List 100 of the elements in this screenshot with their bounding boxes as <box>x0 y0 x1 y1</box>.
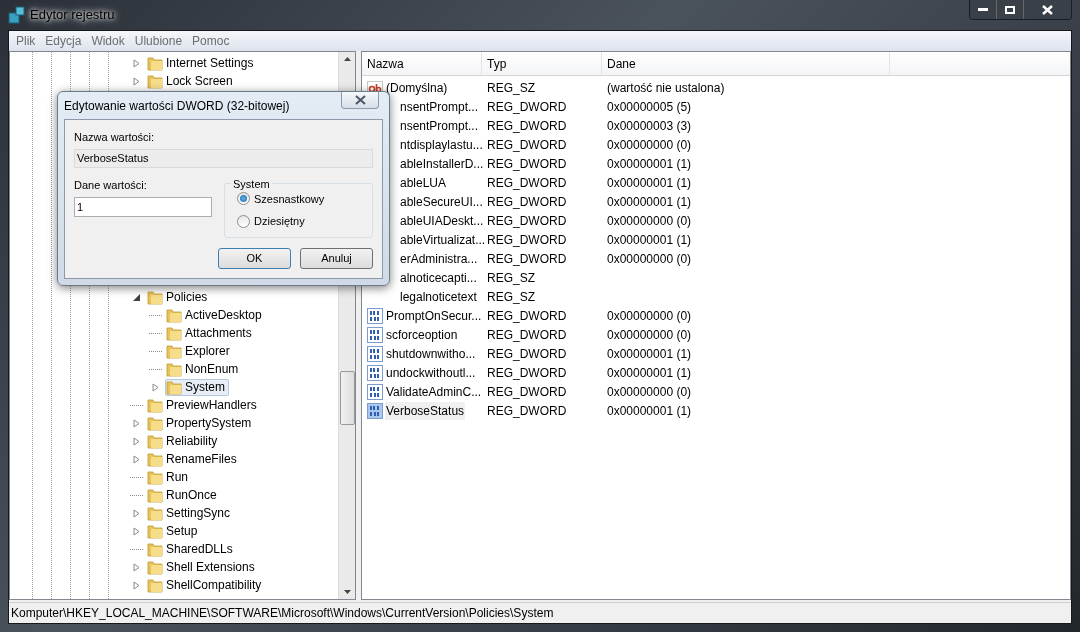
value-type: REG_DWORD <box>486 212 568 230</box>
column-header[interactable]: Nazwa <box>362 52 482 75</box>
value-name[interactable]: ableSecureUI... <box>399 192 484 211</box>
value-name[interactable]: VerboseStatus <box>385 401 466 420</box>
value-name[interactable]: shutdownwitho... <box>385 344 477 363</box>
folder-icon <box>147 415 163 431</box>
tree-item[interactable]: RenameFiles <box>146 450 241 468</box>
value-name[interactable]: scforceoption <box>385 325 459 344</box>
value-type: REG_DWORD <box>486 326 568 344</box>
value-name[interactable]: alnoticecapti... <box>399 268 478 287</box>
value-name[interactable]: undockwithoutl... <box>385 363 477 382</box>
value-data: 0x00000000 (0) <box>606 326 692 344</box>
value-type: REG_DWORD <box>486 193 568 211</box>
tree-item[interactable]: Internet Settings <box>146 54 258 72</box>
value-type: REG_DWORD <box>486 383 568 401</box>
tree-item[interactable]: PreviewHandlers <box>146 396 261 414</box>
close-icon <box>354 95 366 105</box>
menu-item[interactable]: Edycja <box>40 32 87 50</box>
value-type: REG_DWORD <box>486 117 568 135</box>
scroll-down-arrow-icon[interactable] <box>343 590 351 594</box>
menu-item[interactable]: Pomoc <box>187 32 235 50</box>
tree-item[interactable]: SharedDLLs <box>146 540 237 558</box>
value-data: (wartość nie ustalona) <box>606 79 725 97</box>
radio-option[interactable]: Szesnastkowy <box>237 190 372 207</box>
value-name[interactable]: ableVirtualizat... <box>399 230 487 249</box>
tree-item[interactable]: Explorer <box>165 342 234 360</box>
dialog-button[interactable]: OK <box>218 247 291 269</box>
value-type: REG_DWORD <box>486 174 568 192</box>
value-type: REG_DWORD <box>486 98 568 116</box>
value-name[interactable]: ableInstallerD... <box>399 154 485 173</box>
value-data: 0x00000000 (0) <box>606 307 692 325</box>
folder-icon <box>147 433 163 449</box>
column-header[interactable]: Typ <box>482 52 602 75</box>
value-data: 0x00000000 (0) <box>606 212 692 230</box>
tree-item[interactable]: PropertySystem <box>146 414 256 432</box>
value-name[interactable]: ableUIADeskt... <box>399 211 485 230</box>
value-type: REG_DWORD <box>486 345 568 363</box>
tree-item[interactable]: Setup <box>146 522 202 540</box>
value-name[interactable]: nsentPrompt... <box>399 97 480 116</box>
value-name[interactable]: PromptOnSecur... <box>385 306 483 325</box>
folder-icon <box>166 325 182 341</box>
value-name[interactable]: ableLUA <box>399 173 448 192</box>
folder-icon <box>147 487 163 503</box>
tree-item[interactable]: SettingSync <box>146 504 235 522</box>
menu-item[interactable]: Widok <box>86 32 130 50</box>
close-button[interactable] <box>1024 0 1071 19</box>
value-name[interactable]: erAdministra... <box>399 249 479 268</box>
value-type: REG_DWORD <box>486 402 568 420</box>
tree-item[interactable]: NonEnum <box>165 360 243 378</box>
field-label: Nazwa wartości: <box>74 130 156 145</box>
folder-icon <box>147 469 163 485</box>
value-name[interactable]: (Domyślna) <box>385 78 449 97</box>
radio-icon[interactable] <box>237 192 250 206</box>
menu-item[interactable]: Plik <box>11 32 41 50</box>
folder-icon <box>147 523 163 539</box>
value-data: 0x00000001 (1) <box>606 155 692 173</box>
scrollbar-thumb[interactable] <box>339 371 355 425</box>
dialog-button[interactable]: Anuluj <box>300 247 373 269</box>
value-type: REG_DWORD <box>486 231 568 249</box>
folder-icon <box>147 451 163 467</box>
folder-icon <box>166 379 182 395</box>
menu-item[interactable]: Ulubione <box>129 32 188 50</box>
value-data: 0x00000000 (0) <box>606 250 692 268</box>
value-name[interactable]: nsentPrompt... <box>399 116 480 135</box>
value-data-field[interactable]: 1 <box>74 197 212 217</box>
field-label: Dane wartości: <box>74 177 148 193</box>
value-data: 0x00000003 (3) <box>606 117 692 135</box>
maximize-button[interactable] <box>997 0 1024 19</box>
value-name[interactable]: ntdisplaylastu... <box>399 135 484 154</box>
column-header[interactable]: Dane <box>602 52 890 75</box>
tree-item[interactable]: Run <box>146 468 192 486</box>
tree-item[interactable]: Shell Extensions <box>146 558 259 576</box>
folder-icon <box>147 397 163 413</box>
value-name[interactable]: ValidateAdminC... <box>385 382 483 401</box>
tree-item[interactable]: Policies <box>146 288 212 306</box>
folder-icon <box>147 73 163 89</box>
tree-item[interactable]: Attachments <box>165 324 256 342</box>
folder-icon <box>166 307 182 323</box>
minimize-button[interactable] <box>970 0 997 19</box>
dialog-close-button[interactable] <box>341 92 379 109</box>
value-name[interactable]: legalnoticetext <box>399 287 478 306</box>
value-data: 0x00000001 (1) <box>606 231 692 249</box>
tree-item[interactable]: System <box>165 378 229 396</box>
radio-icon[interactable] <box>237 214 250 228</box>
binary-value-icon <box>367 345 383 362</box>
tree-item[interactable]: Reliability <box>146 432 222 450</box>
scroll-up-arrow-icon[interactable] <box>343 57 351 61</box>
value-name-field: VerboseStatus <box>74 148 373 168</box>
tree-item[interactable]: ActiveDesktop <box>165 306 266 324</box>
value-type: REG_SZ <box>486 288 536 306</box>
value-data: 0x00000001 (1) <box>606 364 692 382</box>
tree-item[interactable]: RunOnce <box>146 486 221 504</box>
registry-cubes-icon <box>8 6 26 24</box>
tree-item[interactable]: Lock Screen <box>146 72 237 90</box>
value-data: 0x00000005 (5) <box>606 98 692 116</box>
folder-icon <box>147 541 163 557</box>
value-type: REG_DWORD <box>486 155 568 173</box>
binary-value-icon <box>367 307 383 324</box>
tree-item[interactable]: ShellCompatibility <box>146 576 266 594</box>
radio-option[interactable]: Dziesiętny <box>237 213 372 230</box>
